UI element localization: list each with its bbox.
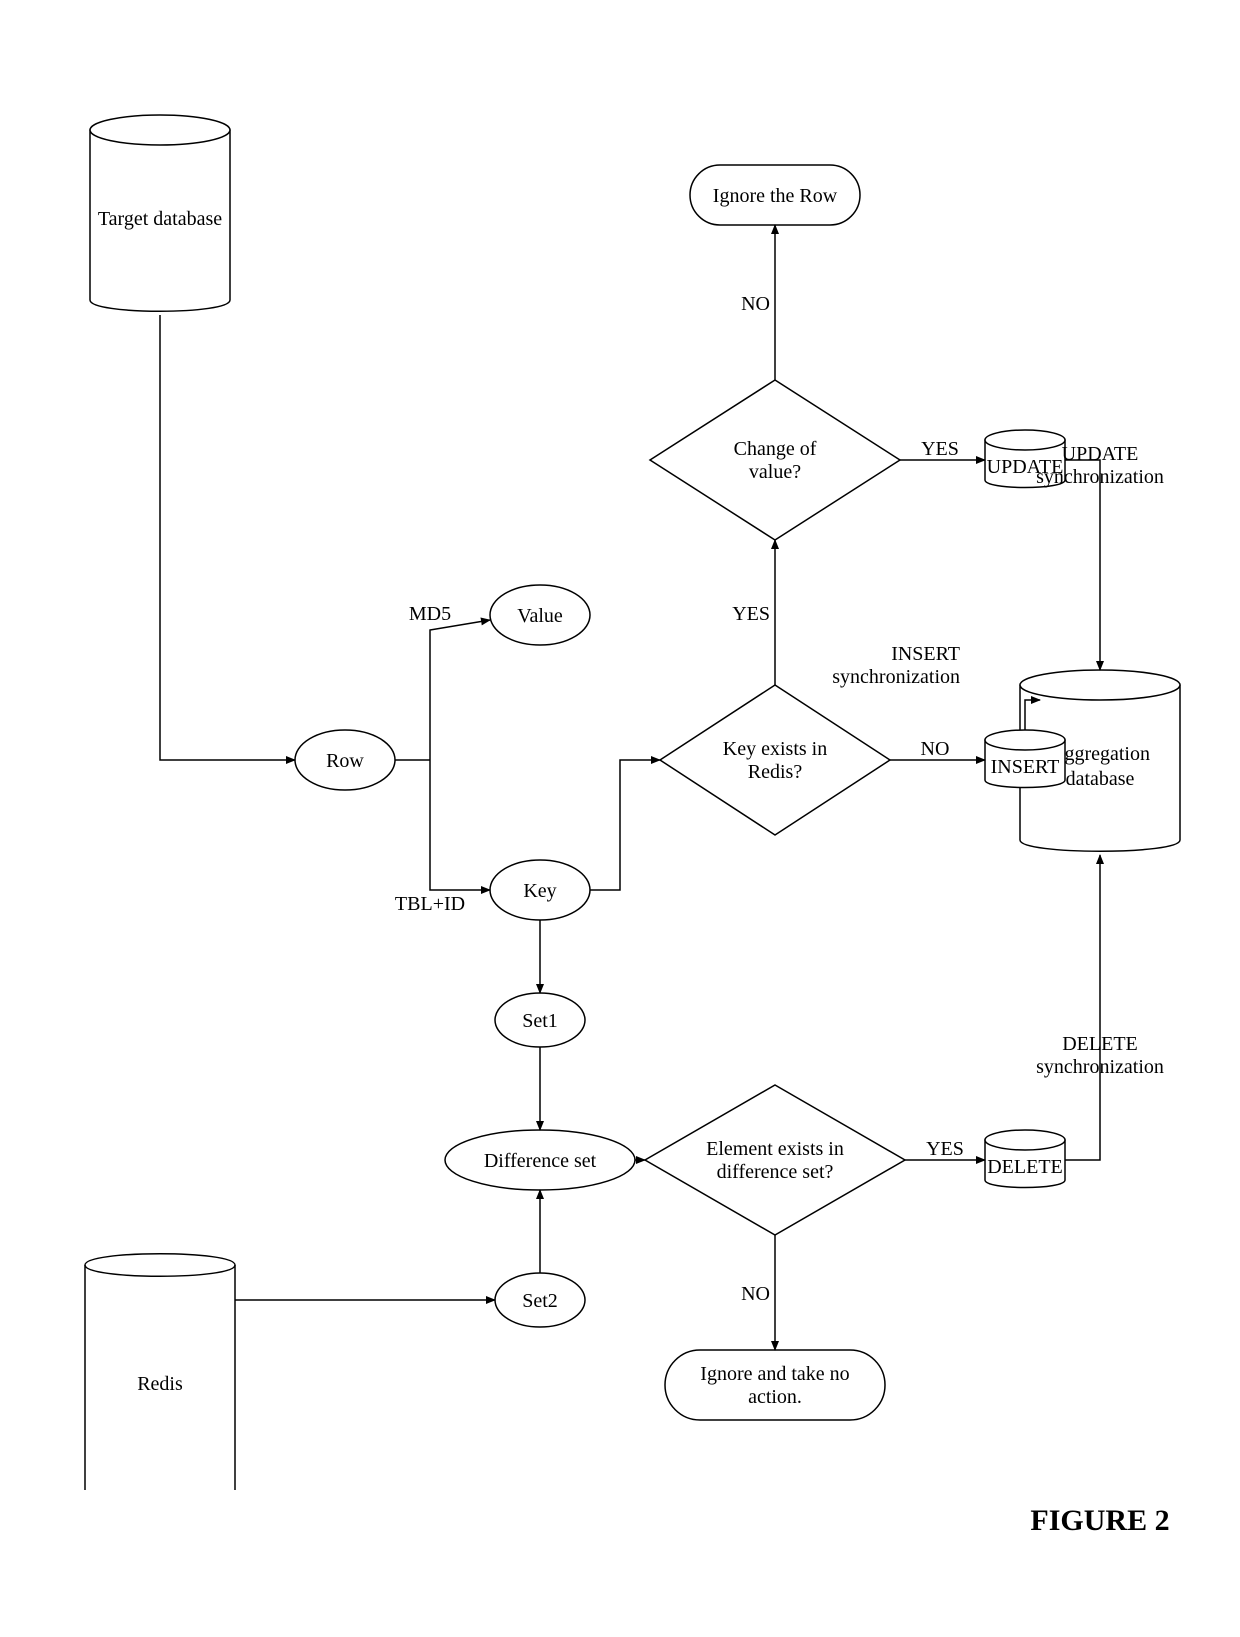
figure-title: FIGURE 2 (1030, 1504, 1169, 1537)
insert-sync-label: INSERT synchronization (832, 643, 960, 688)
svg-text:INSERT: INSERT (891, 643, 960, 665)
value-node: Value (490, 585, 590, 645)
svg-text:Redis?: Redis? (748, 761, 803, 783)
insert-node: INSERT (985, 730, 1065, 788)
difference-set-label: Difference set (484, 1150, 597, 1172)
difference-set-node: Difference set (445, 1130, 635, 1190)
label-no-3: NO (741, 1283, 770, 1305)
tblid-label: TBL+ID (395, 893, 465, 915)
md5-label: MD5 (409, 603, 451, 625)
redis-store: Redis (85, 1254, 235, 1490)
svg-text:difference set?: difference set? (717, 1161, 834, 1183)
edge-update-aggdb (1065, 460, 1100, 670)
edge-branch-key (430, 760, 490, 890)
svg-text:action.: action. (748, 1386, 802, 1408)
label-yes-3: YES (926, 1138, 964, 1160)
row-node: Row (295, 730, 395, 790)
edge-delete-aggdb (1065, 855, 1100, 1160)
target-database-label: Target database (98, 208, 222, 230)
key-label: Key (523, 880, 556, 902)
target-database: Target database (90, 115, 230, 311)
change-value-decision: Change of value? (650, 380, 900, 540)
set1-node: Set1 (495, 993, 585, 1047)
edge-key-decision (590, 760, 660, 890)
set2-node: Set2 (495, 1273, 585, 1327)
svg-text:Key exists in: Key exists in (723, 738, 827, 760)
ignore-action-terminal: Ignore and take no action. (665, 1350, 885, 1420)
svg-text:Ignore and take no: Ignore and take no (700, 1363, 849, 1385)
ignore-row-terminal: Ignore the Row (690, 165, 860, 225)
ignore-row-label: Ignore the Row (713, 185, 838, 207)
key-exists-decision: Key exists in Redis? (660, 685, 890, 835)
label-no-2: NO (741, 293, 770, 315)
redis-label: Redis (137, 1373, 183, 1395)
svg-text:synchronization: synchronization (832, 666, 960, 688)
insert-label: INSERT (991, 756, 1060, 778)
label-yes-1: YES (732, 603, 770, 625)
delete-label: DELETE (987, 1156, 1063, 1178)
edge-branch-value (430, 620, 490, 760)
edge-targetdb-row (160, 315, 295, 760)
row-label: Row (326, 750, 364, 772)
value-label: Value (517, 605, 563, 627)
set2-label: Set2 (522, 1290, 558, 1312)
svg-text:Element exists in: Element exists in (706, 1138, 844, 1160)
svg-text:Change of: Change of (734, 438, 817, 460)
label-yes-2: YES (921, 438, 959, 460)
set1-label: Set1 (522, 1010, 558, 1032)
label-no-1: NO (921, 738, 950, 760)
delete-node: DELETE (985, 1130, 1065, 1188)
key-node: Key (490, 860, 590, 920)
svg-text:value?: value? (749, 461, 801, 483)
element-exists-decision: Element exists in difference set? (645, 1085, 905, 1235)
aggregation-db-label-2: database (1066, 768, 1135, 790)
